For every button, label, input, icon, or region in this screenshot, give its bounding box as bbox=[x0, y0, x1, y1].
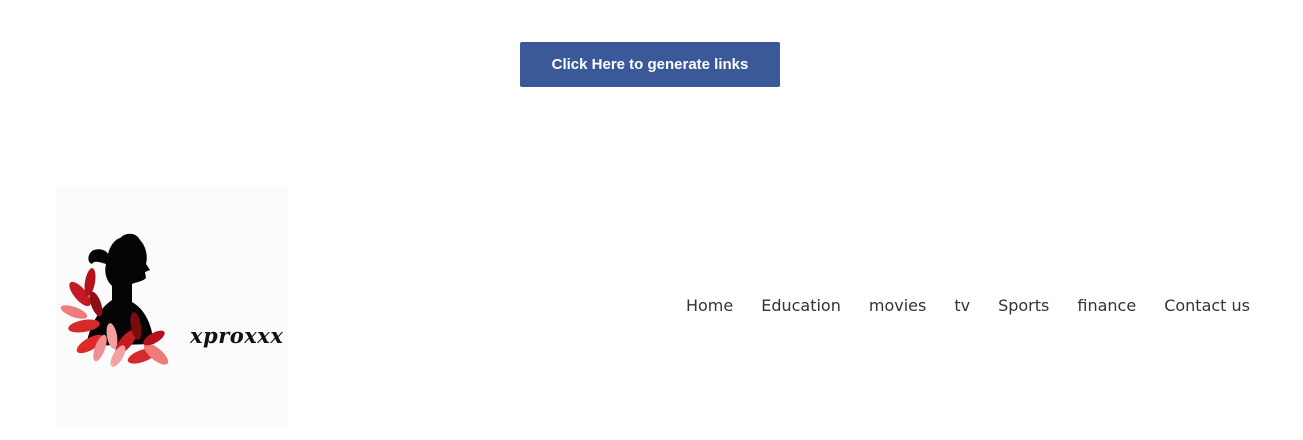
logo-text: xproxxx bbox=[190, 323, 284, 348]
page: Click Here to generate links xproxxx Hom… bbox=[0, 0, 1303, 440]
nav-item-home[interactable]: Home bbox=[686, 296, 733, 315]
nav-item-finance[interactable]: finance bbox=[1077, 296, 1136, 315]
main-nav: Home Education movies tv Sports finance … bbox=[686, 296, 1250, 315]
logo-graphic bbox=[56, 186, 288, 426]
nav-item-sports[interactable]: Sports bbox=[998, 296, 1049, 315]
nav-item-education[interactable]: Education bbox=[761, 296, 841, 315]
nav-item-contact-us[interactable]: Contact us bbox=[1164, 296, 1250, 315]
site-logo[interactable]: xproxxx bbox=[56, 186, 288, 426]
nav-item-movies[interactable]: movies bbox=[869, 296, 926, 315]
generate-links-button[interactable]: Click Here to generate links bbox=[520, 42, 780, 87]
nav-item-tv[interactable]: tv bbox=[954, 296, 970, 315]
